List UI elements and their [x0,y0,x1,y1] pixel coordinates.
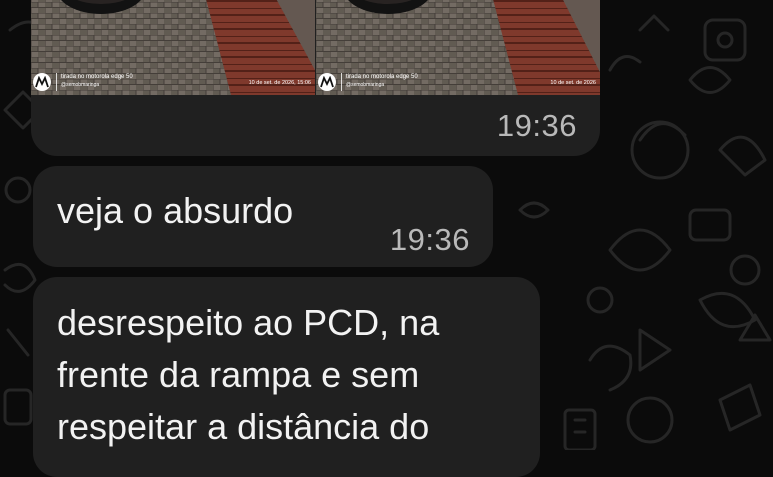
message-text-line: desrespeito ao PCD, na [57,302,440,343]
photo-thumbnail[interactable]: tirada no motorola edge 50 @semobmaringa… [31,0,315,95]
photo-watermark: tirada no motorola edge 50 @semobmaringa… [31,69,315,95]
watermark-device-text: tirada no motorola edge 50 [61,74,133,80]
motorola-logo-icon [318,73,336,91]
message-text: desrespeito ao PCD, na frente da rampa e… [57,297,439,453]
text-message-bubble[interactable]: veja o absurdo 19:36 [33,166,493,267]
text-message-bubble[interactable]: desrespeito ao PCD, na frente da rampa e… [33,277,540,477]
message-timestamp: 19:36 [496,108,577,143]
message-timestamp: 19:36 [389,222,470,257]
watermark-divider [341,73,342,91]
photo-thumbnail[interactable]: tirada no motorola edge 50 @semobmaringa… [316,0,600,95]
watermark-divider [56,73,57,91]
watermark-device-text: tirada no motorola edge 50 [346,74,418,80]
watermark-date-text: 10 de set. de 2026, 15:06 [248,80,311,86]
message-text-line: frente da rampa e sem [57,354,420,395]
message-text: veja o absurdo [57,190,294,231]
watermark-handle-text: @semobmaringa [346,82,385,88]
motorola-logo-icon [33,73,51,91]
watermark-handle-text: @semobmaringa [61,82,100,88]
message-text-line: respeitar a distância do [57,406,430,447]
photo-watermark: tirada no motorola edge 50 @semobmaringa… [316,69,600,95]
image-message-bubble[interactable]: tirada no motorola edge 50 @semobmaringa… [31,0,600,156]
watermark-date-text: 10 de set. de 2026 [550,80,596,86]
